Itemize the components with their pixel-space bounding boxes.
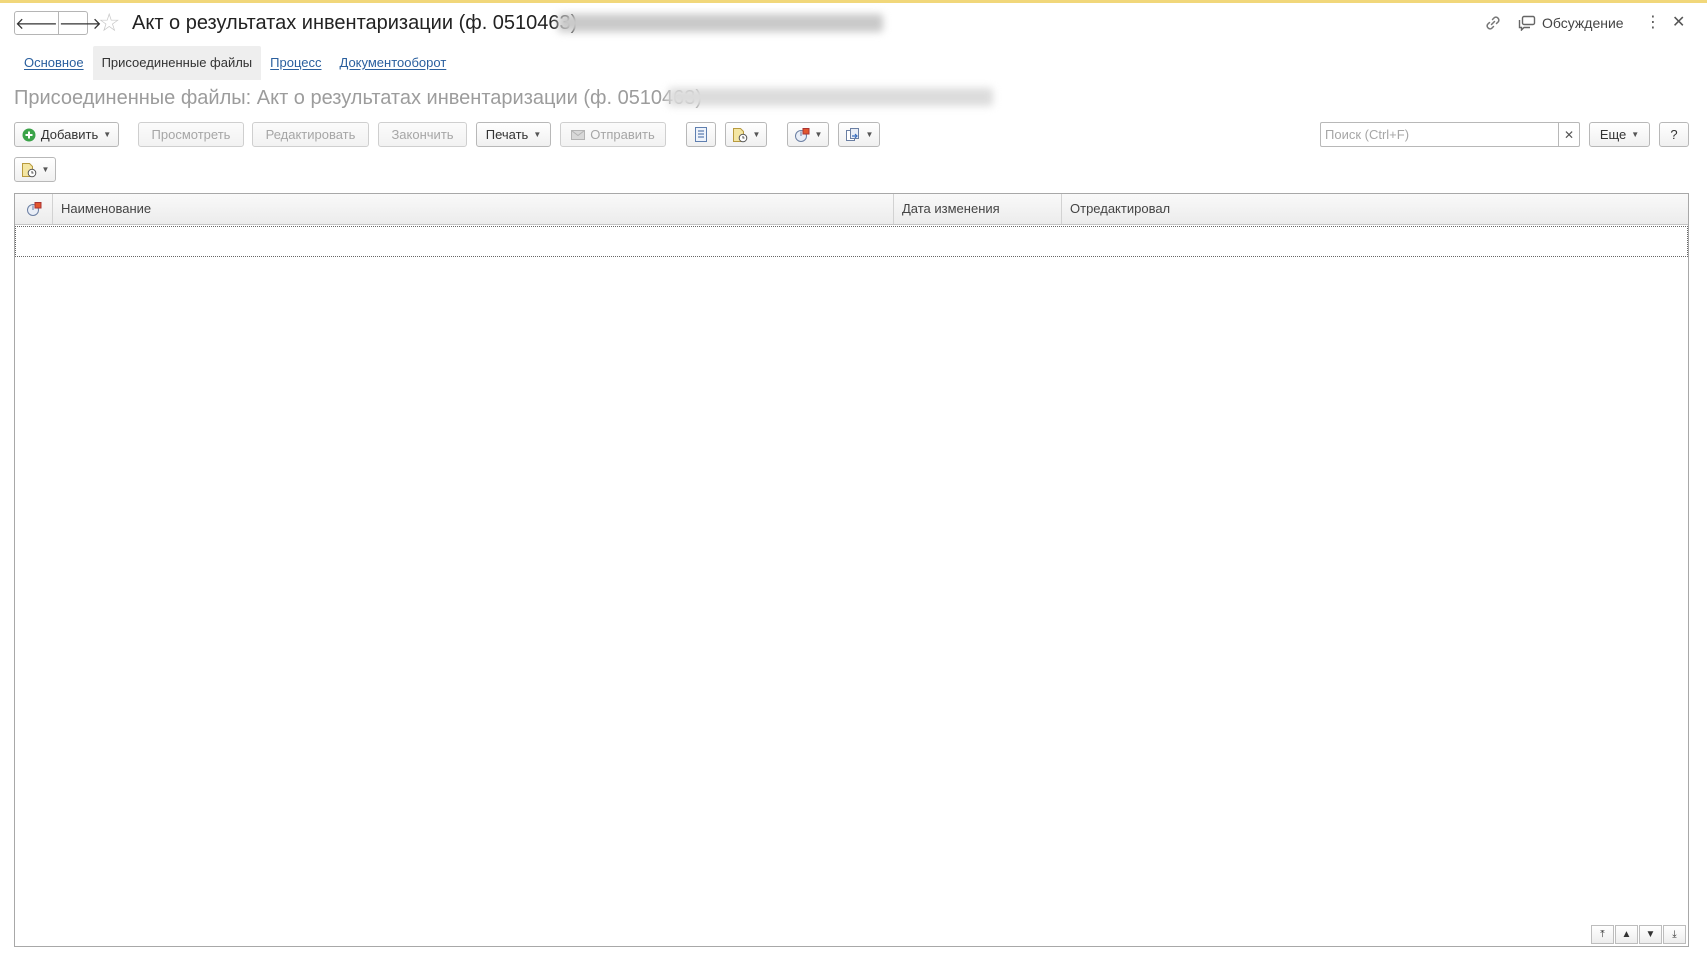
back-button[interactable]: 🡐 (15, 12, 58, 34)
tab-document-flow[interactable]: Документооборот (331, 46, 456, 80)
scroll-up-icon[interactable]: ▲ (1615, 925, 1638, 944)
window-title: Акт о результатах инвентаризации (ф. 051… (132, 12, 578, 34)
forward-button[interactable]: 🡒 (57, 12, 102, 34)
discussion-button[interactable]: Обсуждение (1518, 12, 1624, 34)
print-button-label: Печать (485, 127, 529, 142)
arrow-left-icon: 🡐 (15, 15, 58, 33)
table-header: Наименование Дата изменения Отредактиров… (15, 194, 1688, 225)
redacted-subtitle-text (668, 88, 993, 106)
search-input[interactable] (1321, 123, 1558, 146)
send-button[interactable]: Отправить (560, 122, 666, 147)
view-button[interactable]: Просмотреть (138, 122, 244, 147)
discussion-label: Обсуждение (1542, 15, 1624, 31)
search-box: ✕ (1320, 122, 1580, 147)
discussion-icon (1518, 15, 1536, 31)
attached-files-table: Наименование Дата изменения Отредактиров… (14, 193, 1689, 947)
file-status-icon (26, 202, 41, 216)
import-export-button[interactable]: ▼ (838, 122, 880, 147)
add-button[interactable]: Добавить ▼ (14, 122, 119, 147)
redacted-title-text (558, 14, 883, 32)
link-icon[interactable] (1482, 12, 1504, 34)
scroll-down-icon[interactable]: ▼ (1639, 925, 1662, 944)
scroll-to-top-icon[interactable]: ⤒ (1591, 925, 1614, 944)
add-button-label: Добавить (40, 127, 99, 142)
help-button[interactable]: ? (1659, 122, 1689, 147)
close-icon[interactable]: ✕ (1672, 12, 1685, 34)
chevron-down-icon: ▼ (865, 130, 874, 139)
finish-button-label: Закончить (391, 127, 454, 142)
more-actions-button[interactable]: Еще ▼ (1589, 122, 1650, 147)
file-clock-icon (732, 127, 747, 142)
edit-button-label: Редактировать (265, 127, 356, 142)
send-button-label: Отправить (590, 127, 655, 142)
plus-circle-icon (22, 128, 36, 141)
page-title: Присоединенные файлы: Акт о результатах … (14, 87, 703, 109)
column-header-edited-by[interactable]: Отредактировал (1062, 194, 1688, 224)
more-actions-label: Еще (1599, 127, 1627, 142)
scanner-icon (794, 127, 810, 142)
list-icon (695, 127, 707, 142)
more-options-icon[interactable]: ⋮ (1645, 12, 1661, 34)
history-nav: 🡐 🡒 (14, 11, 102, 35)
clear-search-icon[interactable]: ✕ (1558, 123, 1579, 146)
print-button[interactable]: Печать ▼ (476, 122, 551, 147)
view-button-label: Просмотреть (151, 127, 231, 142)
column-header-modified-date[interactable]: Дата изменения (894, 194, 1062, 224)
chevron-down-icon: ▼ (533, 130, 542, 139)
chevron-down-icon: ▼ (814, 130, 823, 139)
column-header-icon[interactable] (15, 194, 53, 224)
file-versions-button[interactable]: ▼ (14, 157, 56, 182)
form-tabs: Основное Присоединенные файлы Процесс До… (15, 46, 455, 80)
list-view-button[interactable] (686, 122, 716, 147)
scan-button[interactable]: ▼ (787, 122, 829, 147)
chevron-down-icon: ▼ (752, 130, 761, 139)
arrow-right-icon: 🡒 (58, 15, 102, 33)
chevron-down-icon: ▼ (41, 165, 50, 174)
help-label: ? (1670, 127, 1678, 142)
window-top-accent (0, 0, 1707, 3)
tab-attached-files[interactable]: Присоединенные файлы (92, 46, 262, 80)
import-files-icon (845, 127, 859, 141)
column-header-name[interactable]: Наименование (53, 194, 894, 224)
file-operations-button[interactable]: ▼ (725, 122, 767, 147)
tab-main[interactable]: Основное (15, 46, 93, 80)
envelope-icon (571, 129, 586, 140)
finish-editing-button[interactable]: Закончить (378, 122, 467, 147)
chevron-down-icon: ▼ (103, 130, 112, 139)
file-clock-icon (21, 162, 36, 177)
scroll-to-bottom-icon[interactable]: ⤓ (1663, 925, 1686, 944)
table-row[interactable] (15, 226, 1688, 257)
chevron-down-icon: ▼ (1631, 130, 1640, 139)
table-scroll-controls: ⤒ ▲ ▼ ⤓ (1591, 925, 1686, 944)
star-icon[interactable]: ☆ (98, 10, 120, 36)
edit-button[interactable]: Редактировать (252, 122, 369, 147)
tab-process[interactable]: Процесс (261, 46, 330, 80)
